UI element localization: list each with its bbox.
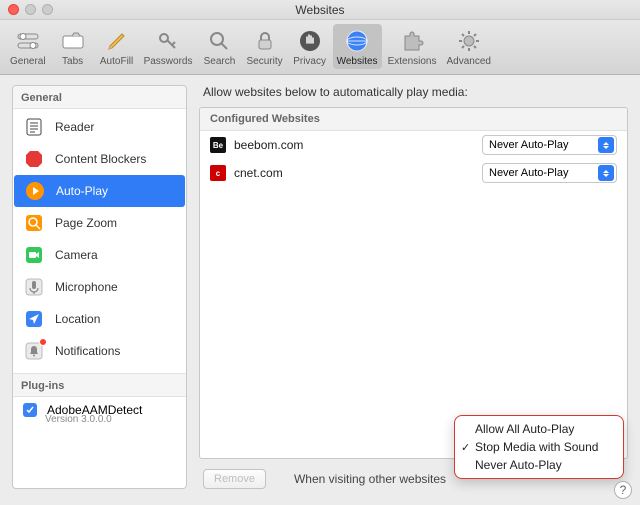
sidebar-item-label: Reader (55, 120, 94, 134)
menu-item-allow-all[interactable]: Allow All Auto-Play (455, 420, 623, 438)
sidebar-item-camera[interactable]: Camera (13, 239, 186, 271)
menu-item-stop-media[interactable]: Stop Media with Sound (455, 438, 623, 456)
preferences-toolbar: General Tabs AutoFill Passwords Search S… (0, 20, 640, 75)
tabs-icon (59, 27, 87, 55)
policy-select[interactable]: Never Auto-Play (482, 163, 617, 183)
toolbar-label: General (10, 56, 46, 67)
toolbar-label: Tabs (62, 56, 83, 67)
toolbar-extensions[interactable]: Extensions (384, 24, 441, 69)
toolbar-passwords[interactable]: Passwords (140, 24, 197, 69)
chevrons-icon (598, 165, 614, 181)
plugin-version: Version 3.0.0.0 (45, 414, 186, 431)
sidebar-item-notifications[interactable]: Notifications (13, 335, 186, 367)
footer-label: When visiting other websites (294, 472, 446, 486)
sidebar-section-general: General (13, 86, 186, 109)
globe-icon (343, 27, 371, 55)
location-icon (23, 308, 45, 330)
chevrons-icon (598, 137, 614, 153)
zoom-icon (23, 212, 45, 234)
toolbar-search[interactable]: Search (198, 24, 240, 69)
sidebar-item-auto-play[interactable]: Auto-Play (14, 175, 185, 207)
policy-value: Never Auto-Play (489, 139, 568, 151)
key-icon (154, 27, 182, 55)
sidebar-item-label: Notifications (55, 344, 120, 358)
sidebar-item-location[interactable]: Location (13, 303, 186, 335)
toolbar-label: Search (204, 56, 236, 67)
site-row[interactable]: Be beebom.com Never Auto-Play (200, 131, 627, 159)
toolbar-label: Websites (337, 56, 378, 67)
stop-icon (23, 148, 45, 170)
sidebar-item-microphone[interactable]: Microphone (13, 271, 186, 303)
hand-icon (296, 27, 324, 55)
sidebar-item-label: Location (55, 312, 100, 326)
toolbar-label: Extensions (388, 56, 437, 67)
toolbar-security[interactable]: Security (242, 24, 286, 69)
sidebar-item-page-zoom[interactable]: Page Zoom (13, 207, 186, 239)
sidebar-list: Reader Content Blockers Auto-Play Page Z… (13, 109, 186, 369)
toolbar-label: Passwords (144, 56, 193, 67)
lock-icon (251, 27, 279, 55)
sidebar-item-reader[interactable]: Reader (13, 111, 186, 143)
toolbar-general[interactable]: General (6, 24, 50, 69)
camera-icon (23, 244, 45, 266)
help-button[interactable]: ? (614, 481, 632, 499)
favicon-icon: c (210, 165, 226, 181)
toolbar-label: Privacy (293, 56, 326, 67)
toolbar-advanced[interactable]: Advanced (442, 24, 494, 69)
toolbar-websites[interactable]: Websites (333, 24, 382, 69)
other-websites-menu[interactable]: Allow All Auto-Play Stop Media with Soun… (454, 415, 624, 479)
toolbar-label: AutoFill (100, 56, 133, 67)
remove-button[interactable]: Remove (203, 469, 266, 489)
switches-icon (14, 27, 42, 55)
search-icon (205, 27, 233, 55)
site-name: beebom.com (234, 138, 474, 152)
gear-icon (455, 27, 483, 55)
site-name: cnet.com (234, 166, 474, 180)
toolbar-label: Advanced (446, 56, 490, 67)
toolbar-label: Security (246, 56, 282, 67)
checkbox-checked-icon[interactable] (23, 403, 37, 417)
sidebar-item-label: Content Blockers (55, 152, 146, 166)
titlebar: Websites (0, 0, 640, 20)
content-header: Allow websites below to automatically pl… (199, 85, 628, 107)
window-title: Websites (0, 3, 640, 17)
pencil-icon (103, 27, 131, 55)
toolbar-privacy[interactable]: Privacy (289, 24, 331, 69)
policy-value: Never Auto-Play (489, 167, 568, 179)
sidebar: General Reader Content Blockers Auto-Pla… (12, 85, 187, 489)
sidebar-section-plugins: Plug-ins (13, 374, 186, 397)
sidebar-item-content-blockers[interactable]: Content Blockers (13, 143, 186, 175)
sidebar-item-label: Page Zoom (55, 216, 117, 230)
puzzle-icon (398, 27, 426, 55)
favicon-icon: Be (210, 137, 226, 153)
panel-header: Configured Websites (200, 108, 627, 131)
microphone-icon (23, 276, 45, 298)
sidebar-item-label: Microphone (55, 280, 118, 294)
reader-icon (23, 116, 45, 138)
bell-icon (23, 340, 45, 362)
configured-websites-panel: Configured Websites Be beebom.com Never … (199, 107, 628, 459)
toolbar-autofill[interactable]: AutoFill (96, 24, 138, 69)
notification-badge (39, 338, 47, 346)
site-row[interactable]: c cnet.com Never Auto-Play (200, 159, 627, 187)
sidebar-item-label: Auto-Play (56, 184, 108, 198)
sidebar-item-label: Camera (55, 248, 98, 262)
play-icon (24, 180, 46, 202)
policy-select[interactable]: Never Auto-Play (482, 135, 617, 155)
menu-item-never[interactable]: Never Auto-Play (455, 456, 623, 474)
toolbar-tabs[interactable]: Tabs (52, 24, 94, 69)
